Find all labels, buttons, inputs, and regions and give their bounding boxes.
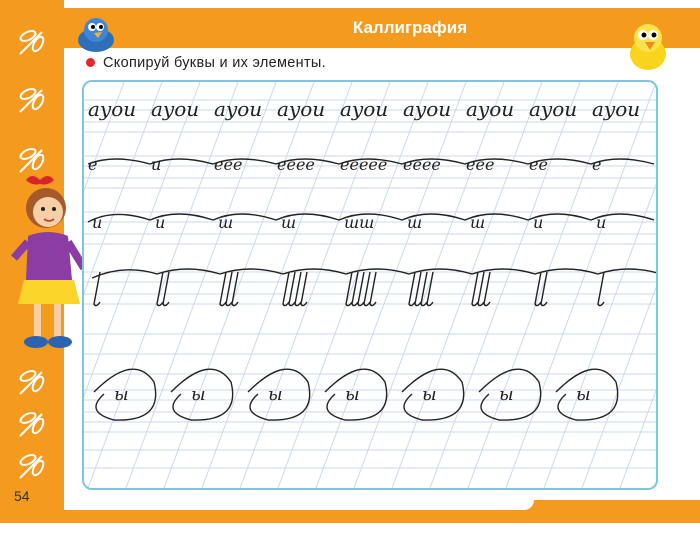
slant-guide-line bbox=[391, 82, 543, 488]
slant-guide-line bbox=[201, 82, 353, 488]
copybook-letter-group: eeee bbox=[277, 155, 315, 174]
hook-stroke bbox=[534, 271, 542, 307]
page-number: 54 bbox=[14, 488, 30, 504]
copybook-letter: ы bbox=[268, 384, 283, 405]
slant-guide-line bbox=[84, 82, 87, 89]
hook-stroke bbox=[219, 271, 227, 307]
hook-stroke bbox=[471, 271, 479, 307]
copybook-letter: ы bbox=[422, 384, 437, 405]
slant-guide-line bbox=[277, 82, 429, 488]
copybook-letter-group: eeeee bbox=[340, 155, 387, 174]
copybook-letter-group: е bbox=[88, 155, 97, 174]
hook-stroke bbox=[408, 271, 416, 307]
hook-stroke bbox=[351, 271, 359, 307]
hook-stroke bbox=[420, 271, 428, 307]
hook-stroke bbox=[477, 271, 485, 307]
copybook-letter-group: и bbox=[151, 155, 161, 174]
slant-guide-line bbox=[84, 82, 163, 295]
instruction-text: Скопируй буквы и их элементы. bbox=[103, 55, 326, 71]
page-title: Каллиграфия bbox=[352, 18, 468, 37]
dragonfly-icon bbox=[19, 412, 45, 437]
copybook-letter-group: и bbox=[533, 213, 543, 232]
copybook-word: ayou bbox=[466, 97, 514, 121]
copybook-letter: ы bbox=[576, 384, 591, 405]
hook-stroke bbox=[294, 271, 302, 307]
hook-stroke bbox=[414, 271, 422, 307]
copybook-letter-group: eeee bbox=[403, 155, 441, 174]
copybook-letter-group: ш bbox=[281, 213, 296, 232]
girl-illustration bbox=[10, 176, 86, 348]
copybook-letter-group: ш bbox=[218, 213, 233, 232]
copybook-word: ayou bbox=[88, 97, 136, 121]
copybook-letter-group: и bbox=[596, 213, 606, 232]
slant-guide-line bbox=[619, 389, 656, 488]
copybook-letter-group: ш bbox=[407, 213, 422, 232]
hook-stroke bbox=[357, 271, 365, 307]
hook-stroke bbox=[225, 271, 233, 307]
dragonfly-icon bbox=[19, 370, 45, 395]
hook-stroke bbox=[282, 271, 290, 307]
slant-guide-line bbox=[125, 82, 277, 488]
copybook-letter-group: шш bbox=[344, 213, 374, 232]
copybook-letter: ы bbox=[191, 384, 206, 405]
bullet-icon bbox=[86, 58, 95, 67]
dragonfly-icon bbox=[19, 454, 45, 479]
hook-stroke bbox=[288, 271, 296, 307]
copybook-word: ayou bbox=[214, 97, 262, 121]
hook-stroke bbox=[363, 271, 371, 307]
copybook-letter-group: eee bbox=[214, 155, 242, 174]
copybook-letter-group: и bbox=[155, 213, 165, 232]
bottom-band-cutout bbox=[64, 500, 534, 510]
instruction: Скопируй буквы и их элементы. bbox=[86, 55, 326, 71]
slant-guide-line bbox=[467, 82, 619, 488]
hook-stroke bbox=[300, 271, 308, 307]
slant-guide-line bbox=[315, 82, 467, 488]
slant-guide-line bbox=[543, 183, 656, 488]
copybook-letter: ы bbox=[114, 384, 129, 405]
slant-guide-line bbox=[429, 82, 581, 488]
hook-stroke bbox=[483, 271, 491, 307]
copybook-word: ayou bbox=[151, 97, 199, 121]
copybook-letter-group: и bbox=[92, 213, 102, 232]
copybook-word: ayou bbox=[529, 97, 577, 121]
copybook-word: ayou bbox=[277, 97, 325, 121]
blue-bird-icon bbox=[78, 18, 114, 52]
copybook-word: ayou bbox=[592, 97, 640, 121]
slant-guide-line bbox=[87, 82, 239, 488]
copybook-letter-group: eee bbox=[466, 155, 494, 174]
connector-stroke bbox=[91, 268, 656, 279]
copybook-paper: ayou ayou ayou ayou ayou ayou ayou ayou ayou е и ee… bbox=[82, 80, 658, 490]
yellow-bird-icon bbox=[630, 16, 666, 70]
hook-stroke bbox=[597, 271, 605, 307]
copybook-letter: ы bbox=[499, 384, 514, 405]
copybook-letter-group: е bbox=[592, 155, 601, 174]
copybook-letter: ы bbox=[345, 384, 360, 405]
copybook-letter-group: ее bbox=[529, 155, 548, 174]
dragonfly-icon bbox=[19, 88, 45, 113]
dragonfly-icon bbox=[19, 30, 45, 55]
slant-guide-line bbox=[84, 82, 125, 192]
hook-stroke bbox=[369, 271, 377, 307]
slant-guide-line bbox=[163, 82, 315, 488]
copybook-word: ayou bbox=[340, 97, 388, 121]
copybook-letter-group: ш bbox=[470, 213, 485, 232]
slant-guide-line bbox=[505, 82, 656, 488]
copybook-ruling: ayou ayou ayou ayou ayou ayou ayou ayou ayou е и ee… bbox=[84, 82, 656, 488]
copybook-word: ayou bbox=[403, 97, 451, 121]
